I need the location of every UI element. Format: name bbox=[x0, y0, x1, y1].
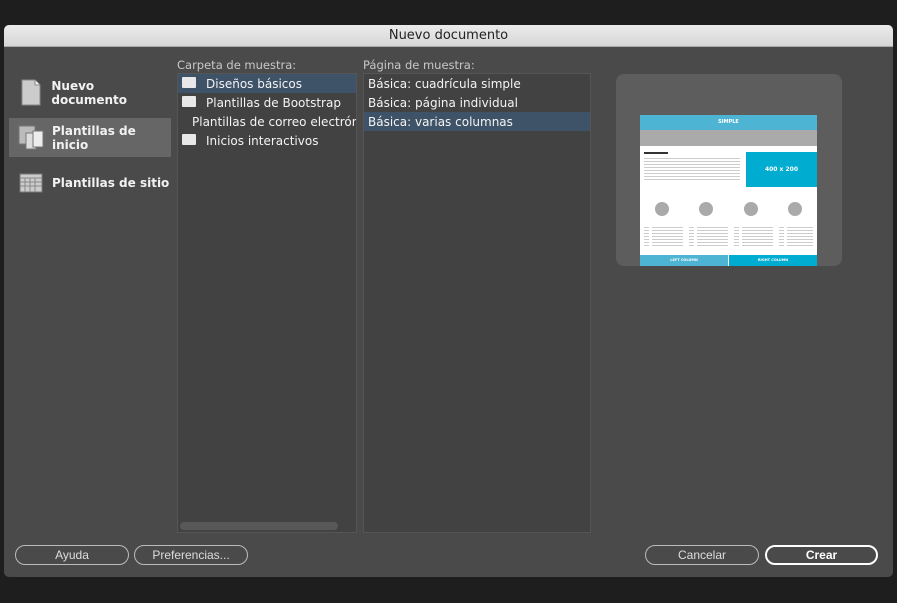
page-item[interactable]: Básica: cuadrícula simple bbox=[364, 74, 590, 93]
folders-label: Carpeta de muestra: bbox=[177, 58, 297, 72]
folder-label: Plantillas de correo electróni bbox=[192, 114, 357, 129]
help-button[interactable]: Ayuda bbox=[15, 545, 129, 565]
preview-header: SIMPLE bbox=[640, 115, 817, 130]
folder-icon bbox=[182, 77, 196, 88]
template-preview: SIMPLE 400 x 200 LEFT COLUMN RIGHT COLUM… bbox=[616, 74, 842, 266]
folder-item[interactable]: Diseños básicos bbox=[178, 74, 356, 93]
new-document-dialog: Nuevo documento Nuevo documento Plantill… bbox=[4, 25, 893, 577]
folder-icon bbox=[182, 134, 196, 145]
document-icon bbox=[18, 79, 43, 107]
folder-label: Inicios interactivos bbox=[206, 133, 319, 148]
pages-list: Básica: cuadrícula simple Básica: página… bbox=[363, 73, 591, 533]
folder-label: Diseños básicos bbox=[206, 76, 302, 91]
preview-thumbnail: SIMPLE 400 x 200 LEFT COLUMN RIGHT COLUM… bbox=[640, 115, 817, 266]
site-grid-icon bbox=[18, 169, 44, 197]
templates-icon bbox=[18, 124, 44, 152]
preferences-button[interactable]: Preferencias... bbox=[134, 545, 248, 565]
dialog-title: Nuevo documento bbox=[4, 25, 893, 47]
folder-item[interactable]: Inicios interactivos bbox=[178, 131, 356, 150]
folders-list: Diseños básicos Plantillas de Bootstrap … bbox=[177, 73, 357, 533]
folder-icon bbox=[182, 96, 196, 107]
page-item[interactable]: Básica: varias columnas bbox=[364, 112, 590, 131]
folder-item[interactable]: Plantillas de Bootstrap bbox=[178, 93, 356, 112]
page-item[interactable]: Básica: página individual bbox=[364, 93, 590, 112]
preview-right-column: RIGHT COLUMN bbox=[729, 255, 817, 266]
horizontal-scrollbar[interactable] bbox=[180, 522, 338, 530]
preview-image-placeholder: 400 x 200 bbox=[746, 152, 817, 187]
sidebar-item-starter-templates[interactable]: Plantillas de inicio bbox=[9, 118, 171, 157]
sidebar-item-label: Plantillas de inicio bbox=[52, 123, 136, 152]
cancel-button[interactable]: Cancelar bbox=[645, 545, 759, 565]
preview-left-column: LEFT COLUMN bbox=[640, 255, 728, 266]
sidebar-item-label: Nuevo documento bbox=[51, 78, 128, 107]
sidebar-item-new-document[interactable]: Nuevo documento bbox=[9, 73, 171, 112]
create-button[interactable]: Crear bbox=[765, 545, 878, 565]
sidebar-item-label: Plantillas de sitio bbox=[52, 175, 170, 190]
sidebar-item-site-templates[interactable]: Plantillas de sitio bbox=[9, 163, 171, 202]
pages-label: Página de muestra: bbox=[363, 58, 475, 72]
folder-item[interactable]: Plantillas de correo electróni bbox=[178, 112, 356, 131]
folder-label: Plantillas de Bootstrap bbox=[206, 95, 341, 110]
